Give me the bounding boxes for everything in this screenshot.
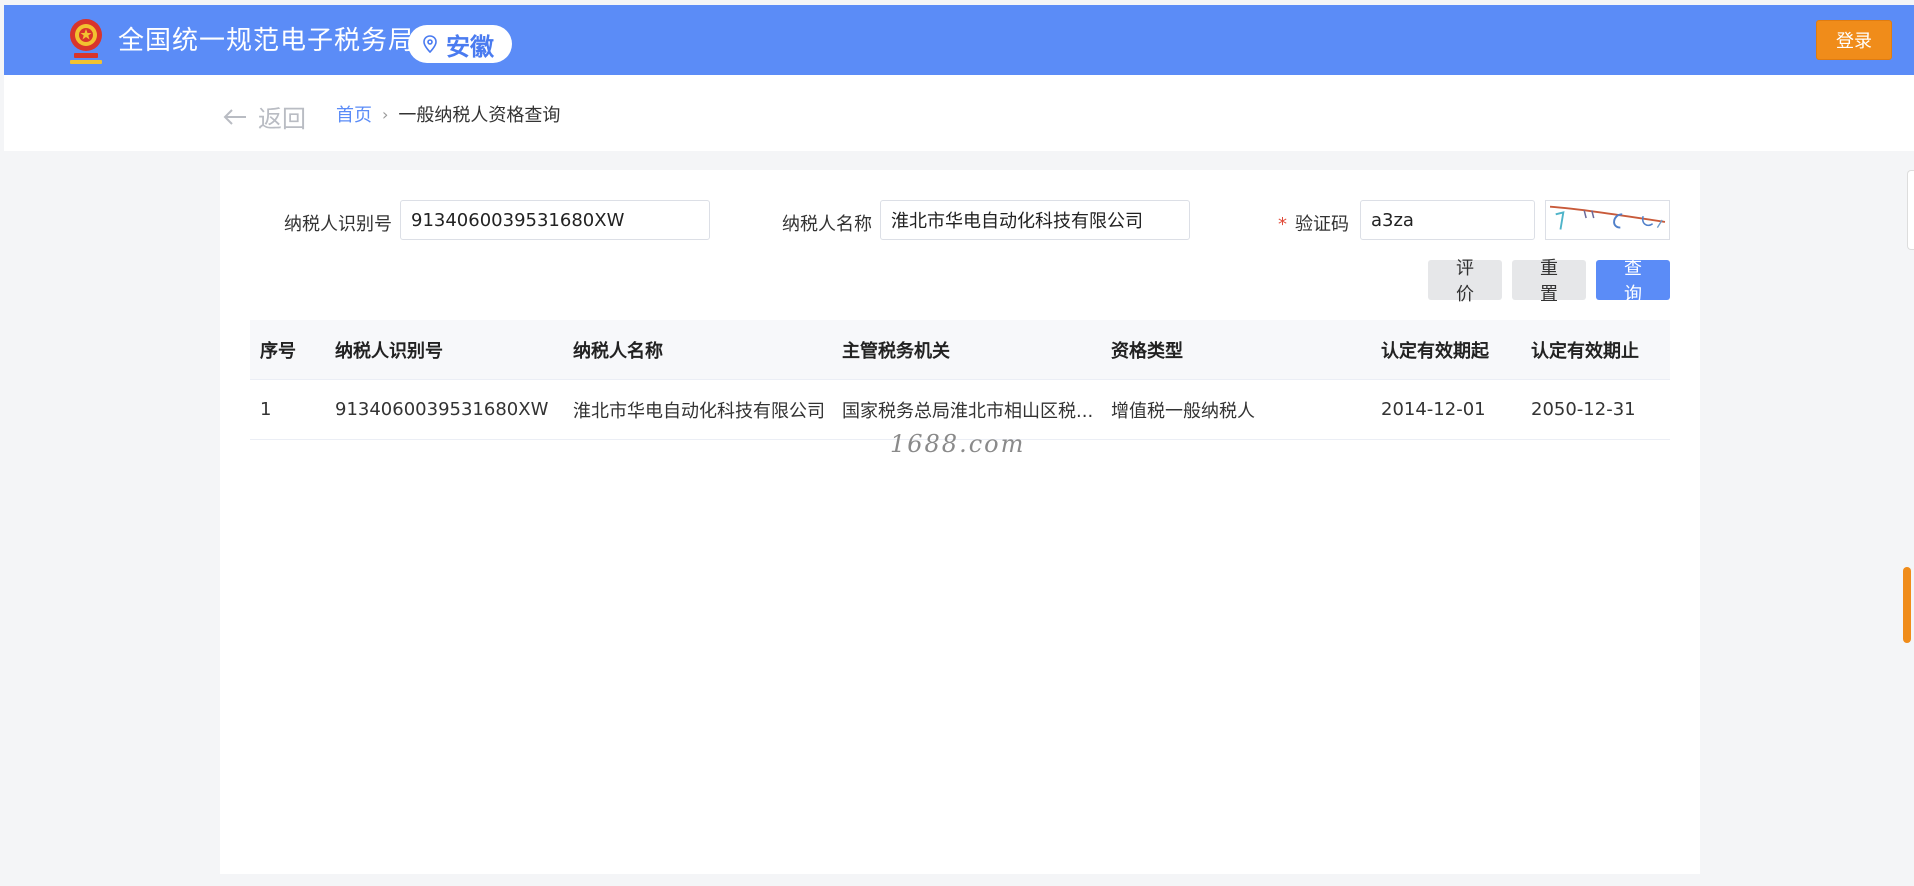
back-button[interactable]: 返回 [222, 99, 306, 134]
side-float-tab[interactable] [1907, 170, 1914, 250]
evaluate-button[interactable]: 评价 [1428, 258, 1502, 304]
header-cell-valid-from: 认定有效期起 [1381, 340, 1489, 362]
region-label: 安徽 [446, 32, 494, 61]
taxpayer-name-input[interactable]: 淮北市华电自动化科技有限公司 [880, 200, 1190, 240]
cell-tax-authority: 国家税务总局淮北市相山区税... [842, 400, 1094, 422]
subheader: 返回 首页 › 一般纳税人资格查询 [4, 75, 1914, 151]
header-cell-taxpayer-name: 纳税人名称 [573, 340, 663, 362]
location-pin-icon [423, 35, 437, 53]
cell-taxpayer-name: 淮北市华电自动化科技有限公司 [573, 400, 825, 422]
required-mark: * [1278, 214, 1287, 235]
cell-valid-to: 2050-12-31 [1531, 399, 1636, 420]
breadcrumb-separator: › [382, 104, 389, 124]
watermark: 1688.com [890, 430, 1026, 458]
taxpayer-id-input[interactable]: 9134060039531680XW [400, 200, 710, 240]
page: 全国统一规范电子税务局 安徽 登录 返回 首页 › 一般纳税人资格查询 纳税人识… [0, 0, 1914, 886]
login-button[interactable]: 登录 [1816, 20, 1892, 60]
captcha-label: 验证码 [1295, 214, 1349, 235]
header-cell-index: 序号 [260, 340, 296, 362]
query-form: 纳税人识别号 9134060039531680XW 纳税人名称 淮北市华电自动化… [220, 200, 1700, 240]
arrow-left-icon [223, 108, 246, 125]
header-cell-tax-authority: 主管税务机关 [842, 340, 950, 362]
cell-qualification-type: 增值税一般纳税人 [1111, 400, 1255, 422]
header-cell-taxpayer-id: 纳税人识别号 [335, 340, 443, 362]
taxpayer-name-label: 纳税人名称 [782, 214, 872, 235]
taxpayer-id-label: 纳税人识别号 [284, 214, 392, 235]
captcha-label-group: * 验证码 [1278, 210, 1349, 236]
national-emblem-icon [70, 19, 102, 64]
table-header: 序号 纳税人识别号 纳税人名称 主管税务机关 资格类型 认定有效期起 认定有效期… [250, 320, 1670, 380]
query-button[interactable]: 查询 [1596, 258, 1670, 304]
captcha-image[interactable] [1545, 200, 1670, 240]
region-selector[interactable]: 安徽 [408, 25, 512, 63]
back-label: 返回 [258, 105, 306, 133]
breadcrumb: 首页 › 一般纳税人资格查询 [336, 101, 560, 127]
top-header: 全国统一规范电子税务局 安徽 登录 [4, 5, 1914, 75]
cell-taxpayer-id: 9134060039531680XW [335, 399, 549, 420]
breadcrumb-home-link[interactable]: 首页 [336, 101, 372, 127]
site-title: 全国统一规范电子税务局 [118, 26, 416, 56]
cell-valid-from: 2014-12-01 [1381, 399, 1486, 420]
cell-index: 1 [260, 399, 272, 420]
header-cell-valid-to: 认定有效期止 [1531, 340, 1639, 362]
captcha-input[interactable]: a3za [1360, 200, 1535, 240]
header-cell-qualification-type: 资格类型 [1111, 340, 1183, 362]
action-buttons: 评价 重置 查询 [1428, 258, 1670, 304]
results-table: 序号 纳税人识别号 纳税人名称 主管税务机关 资格类型 认定有效期起 认定有效期… [250, 320, 1670, 440]
reset-button[interactable]: 重置 [1512, 258, 1586, 304]
scrollbar-thumb[interactable] [1903, 567, 1911, 643]
query-card: 纳税人识别号 9134060039531680XW 纳税人名称 淮北市华电自动化… [220, 170, 1700, 874]
breadcrumb-current: 一般纳税人资格查询 [398, 105, 561, 126]
